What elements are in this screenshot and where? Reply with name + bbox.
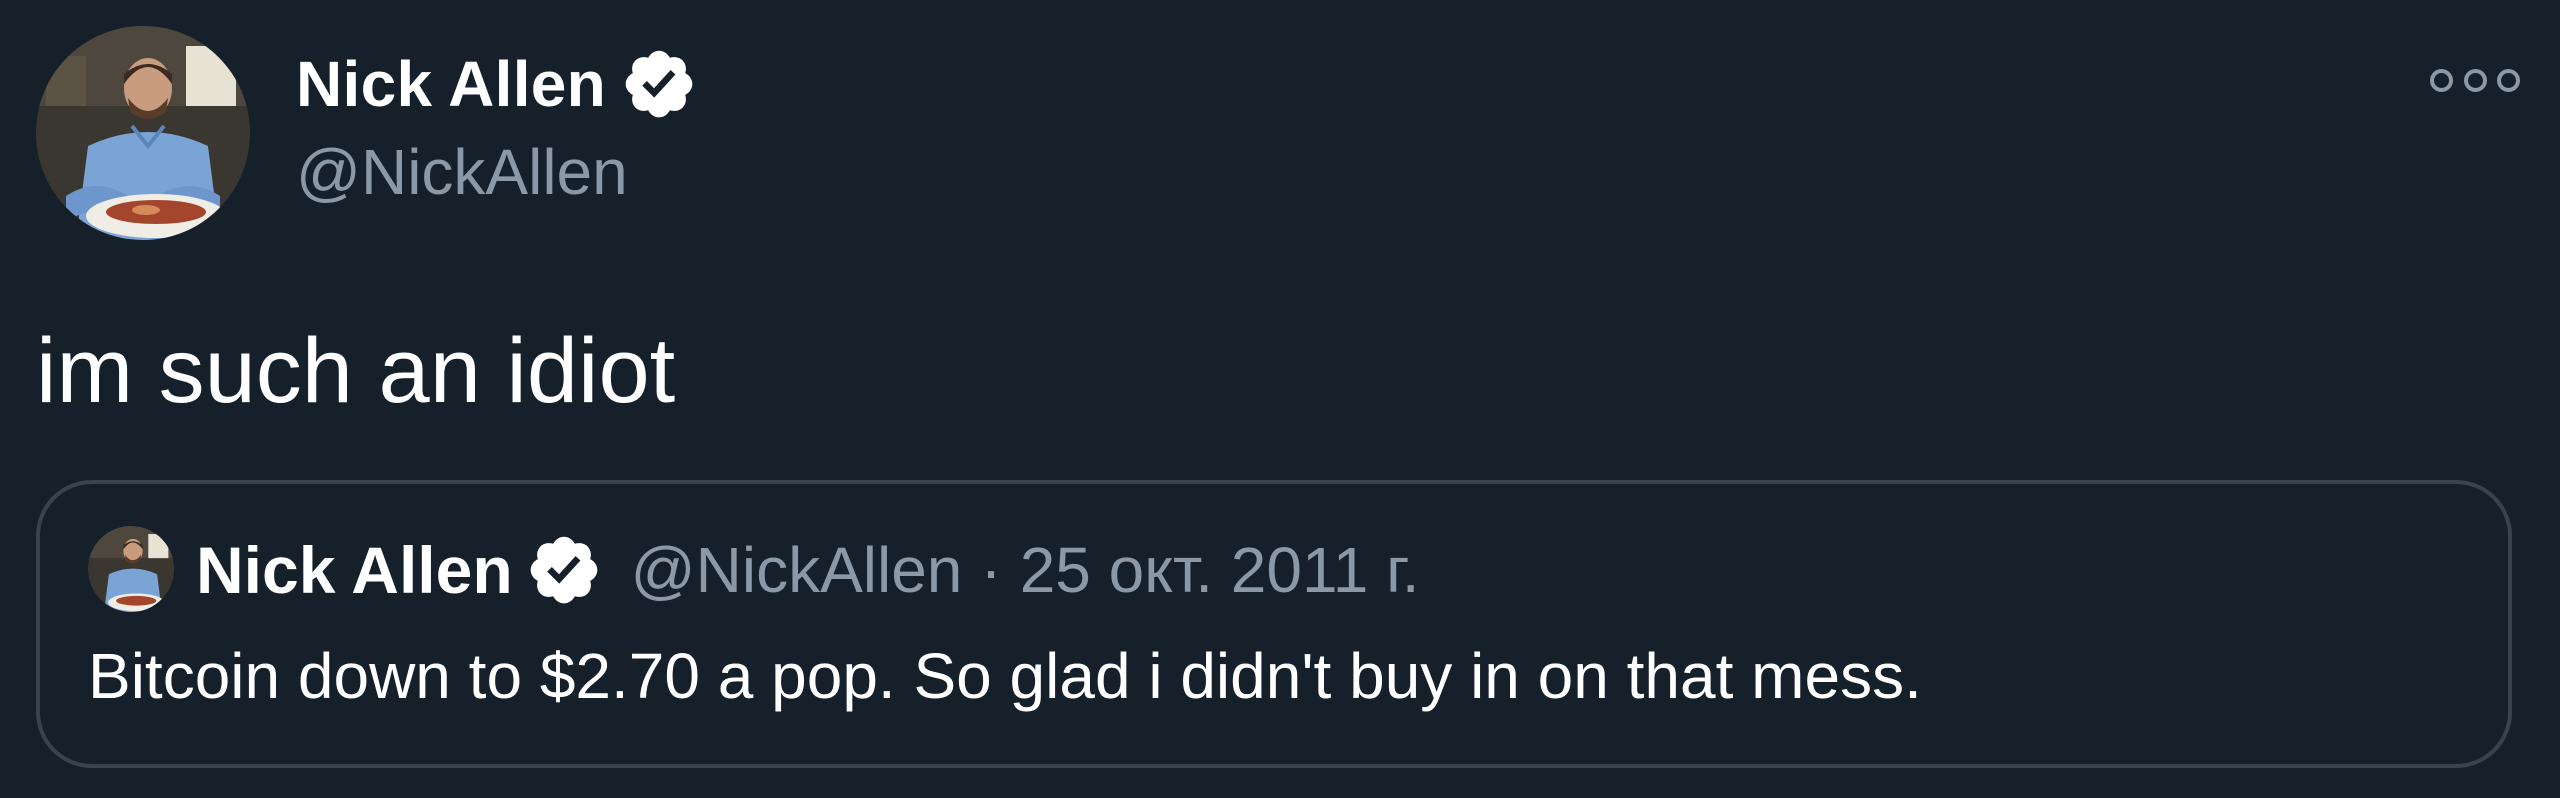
more-dot: [2497, 68, 2520, 92]
more-options-icon[interactable]: [2430, 60, 2520, 100]
quoted-tweet-text: Bitcoin down to $2.70 a pop. So glad i d…: [88, 640, 1922, 712]
quoted-tweet-card[interactable]: Nick Allen @NickAllen · 25 окт. 2011 г. …: [36, 480, 2512, 768]
tweet-text: im such an idiot: [36, 320, 676, 422]
more-dot: [2463, 68, 2487, 92]
quoted-author-display-name: Nick Allen: [196, 533, 513, 607]
author-handle[interactable]: @NickAllen: [296, 132, 628, 212]
verified-badge-icon: [525, 531, 603, 609]
author-avatar[interactable]: [36, 26, 250, 240]
tweet-card: Nick Allen @NickAllen im such an idiot N…: [0, 0, 2560, 798]
quoted-tweet-header: Nick Allen @NickAllen · 25 окт. 2011 г.: [196, 530, 1419, 610]
quoted-author-handle: @NickAllen: [630, 534, 963, 606]
more-dot: [2430, 68, 2453, 92]
author-name-row: Nick Allen: [296, 44, 698, 124]
avatar-photo: [36, 26, 250, 240]
author-display-name[interactable]: Nick Allen: [296, 44, 606, 124]
quoted-author-avatar: [88, 526, 174, 612]
verified-badge-icon: [620, 45, 698, 123]
separator-dot: ·: [980, 534, 1002, 606]
avatar-photo: [88, 526, 174, 612]
quoted-tweet-date: 25 окт. 2011 г.: [1019, 534, 1420, 606]
